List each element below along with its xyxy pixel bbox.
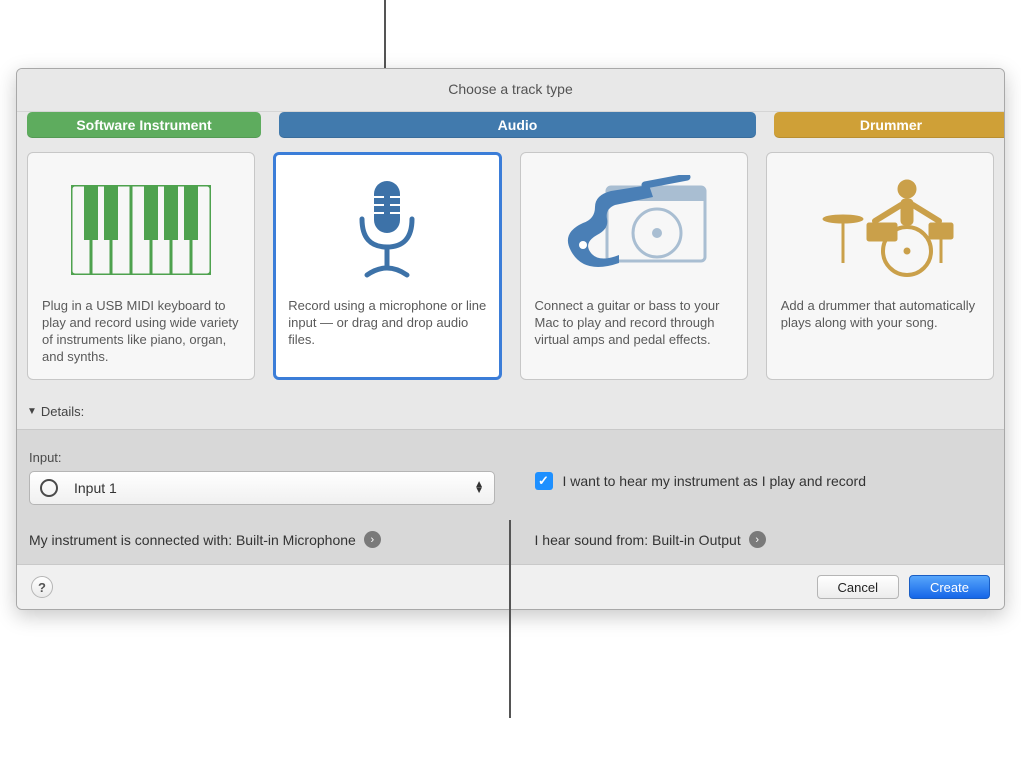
card-desc: Connect a guitar or bass to your Mac to …	[535, 297, 733, 348]
piano-keys-icon	[42, 169, 240, 291]
input-channel-icon	[40, 479, 58, 497]
card-audio-guitar[interactable]: Connect a guitar or bass to your Mac to …	[520, 152, 748, 380]
disclosure-triangle-icon: ▼	[27, 406, 37, 417]
card-software-instrument[interactable]: Plug in a USB MIDI keyboard to play and …	[27, 152, 255, 380]
callout-line-top	[384, 0, 386, 70]
card-desc: Add a drummer that automatically plays a…	[781, 297, 979, 331]
details-label: Details:	[41, 404, 84, 419]
cancel-button[interactable]: Cancel	[817, 575, 899, 599]
tab-software-instrument[interactable]: Software Instrument	[27, 112, 261, 138]
dialog-title: Choose a track type	[17, 69, 1004, 112]
track-type-tabs: Software Instrument Audio Drummer	[17, 112, 1004, 146]
microphone-icon	[288, 169, 486, 291]
track-type-cards: Plug in a USB MIDI keyboard to play and …	[17, 146, 1004, 398]
monitoring-checkbox[interactable]: ✓	[535, 472, 553, 490]
card-desc: Plug in a USB MIDI keyboard to play and …	[42, 297, 240, 365]
card-drummer[interactable]: Add a drummer that automatically plays a…	[766, 152, 994, 380]
input-select[interactable]: Input 1 ▲▼	[29, 471, 495, 505]
chevron-right-icon: ›	[749, 531, 766, 548]
card-audio-mic[interactable]: Record using a microphone or line input …	[273, 152, 501, 380]
details-disclosure[interactable]: ▼ Details:	[17, 398, 1004, 430]
input-select-value: Input 1	[74, 480, 474, 496]
tab-audio[interactable]: Audio	[279, 112, 756, 138]
input-device-link[interactable]: My instrument is connected with: Built-i…	[29, 531, 511, 548]
tab-drummer[interactable]: Drummer	[774, 112, 1005, 138]
output-device-link[interactable]: I hear sound from: Built-in Output ›	[535, 531, 993, 548]
monitoring-label: I want to hear my instrument as I play a…	[563, 473, 866, 489]
card-desc: Record using a microphone or line input …	[288, 297, 486, 348]
callout-line-bottom	[509, 520, 511, 718]
stepper-arrows-icon: ▲▼	[474, 482, 484, 494]
chevron-right-icon: ›	[364, 531, 381, 548]
input-label: Input:	[29, 450, 511, 465]
guitar-amp-icon	[535, 169, 733, 291]
help-button[interactable]: ?	[31, 576, 53, 598]
create-button[interactable]: Create	[909, 575, 990, 599]
drummer-icon	[781, 169, 979, 291]
